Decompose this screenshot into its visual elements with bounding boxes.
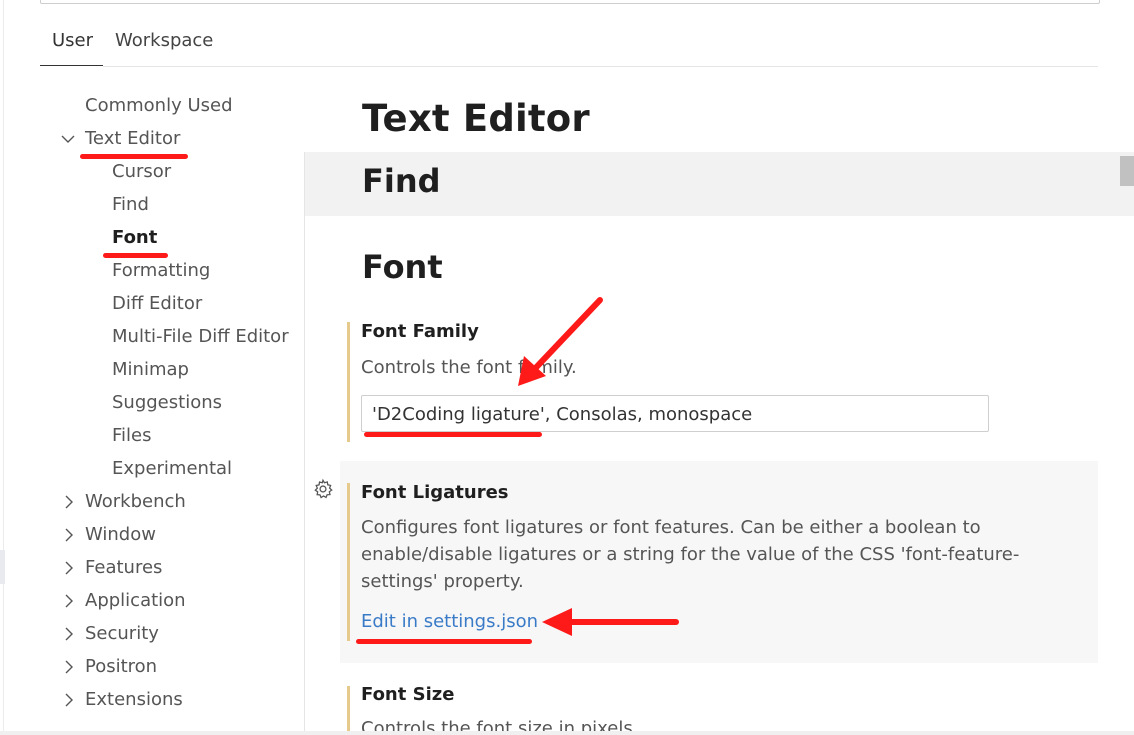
tree-item-files[interactable]: Files	[112, 425, 152, 446]
chevron-right-icon[interactable]	[61, 659, 77, 675]
annotation-arrow-icon	[542, 608, 679, 636]
sidebar-divider	[304, 152, 305, 735]
chevron-right-icon[interactable]	[61, 626, 77, 642]
tree-item-multi-file-diff-editor[interactable]: Multi-File Diff Editor	[112, 326, 289, 347]
setting-description-font-size: Controls the font size in pixels.	[361, 718, 639, 731]
tree-item-security[interactable]: Security	[85, 623, 159, 644]
tree-item-window[interactable]: Window	[85, 524, 156, 545]
tab-workspace[interactable]: Workspace	[115, 30, 213, 51]
tree-item-font[interactable]: Font	[112, 227, 157, 248]
annotation-underline	[364, 432, 542, 437]
setting-title-font-size: Font Size	[361, 684, 455, 705]
section-title-text-editor: Text Editor	[362, 97, 590, 140]
tree-item-extensions[interactable]: Extensions	[85, 689, 183, 710]
active-tab-underline	[40, 65, 103, 66]
tree-item-features[interactable]: Features	[85, 557, 162, 578]
tree-item-application[interactable]: Application	[85, 590, 186, 611]
modified-indicator	[347, 322, 350, 442]
setting-description-font-ligatures: Configures font ligatures or font featur…	[361, 517, 1020, 592]
section-title-font: Font	[362, 248, 443, 286]
annotation-underline	[103, 253, 168, 258]
tree-item-positron[interactable]: Positron	[85, 656, 157, 677]
left-panel-stub	[0, 550, 5, 584]
tree-item-commonly-used[interactable]: Commonly Used	[85, 95, 233, 116]
chevron-right-icon[interactable]	[61, 560, 77, 576]
window-bottom-edge	[0, 731, 1134, 735]
tree-item-workbench[interactable]: Workbench	[85, 491, 186, 512]
tree-item-minimap[interactable]: Minimap	[112, 359, 189, 380]
tree-item-diff-editor[interactable]: Diff Editor	[112, 293, 202, 314]
chevron-down-icon[interactable]	[60, 131, 76, 147]
scrollbar-thumb[interactable]	[1120, 156, 1134, 186]
gear-icon[interactable]	[312, 478, 334, 500]
settings-search-input[interactable]	[40, 0, 1100, 4]
tree-item-cursor[interactable]: Cursor	[112, 161, 171, 182]
tree-item-text-editor[interactable]: Text Editor	[85, 128, 180, 149]
annotation-underline	[80, 154, 188, 159]
chevron-right-icon[interactable]	[61, 494, 77, 510]
chevron-right-icon[interactable]	[61, 593, 77, 609]
tab-user[interactable]: User	[52, 30, 93, 51]
tree-item-experimental[interactable]: Experimental	[112, 458, 232, 479]
annotation-arrow-icon	[518, 297, 603, 386]
modified-indicator	[347, 686, 350, 735]
setting-title-font-ligatures: Font Ligatures	[361, 482, 509, 503]
modified-indicator	[347, 483, 350, 641]
annotation-underline	[356, 639, 532, 644]
font-family-input[interactable]: 'D2Coding ligature', Consolas, monospace	[361, 395, 989, 432]
tree-item-find[interactable]: Find	[112, 194, 149, 215]
tree-item-formatting[interactable]: Formatting	[112, 260, 210, 281]
setting-title-font-family: Font Family	[361, 321, 479, 342]
edit-in-settings-json-link[interactable]: Edit in settings.json	[361, 611, 538, 632]
tree-item-suggestions[interactable]: Suggestions	[112, 392, 222, 413]
section-title-find: Find	[362, 162, 441, 200]
chevron-right-icon[interactable]	[61, 692, 77, 708]
tabs-divider	[103, 66, 1098, 67]
window-left-edge	[3, 0, 4, 735]
chevron-right-icon[interactable]	[61, 527, 77, 543]
